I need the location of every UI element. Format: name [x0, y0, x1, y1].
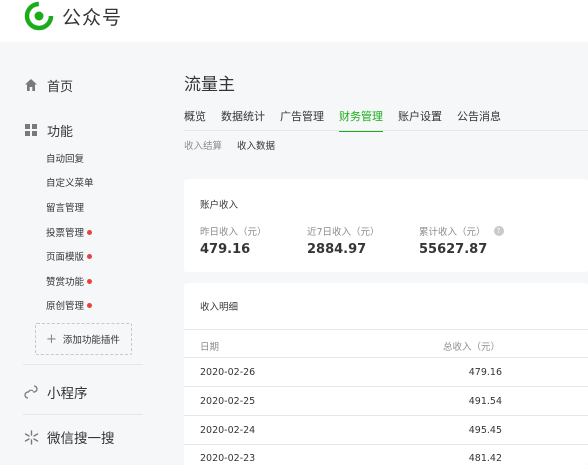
amount-cell: 481.42 [468, 453, 502, 464]
date-cell: 2020-02-26 [200, 367, 256, 378]
help-icon[interactable]: ? [493, 226, 504, 236]
sidebar-item-label: 小程序 [47, 386, 88, 402]
sidebar-divider [23, 414, 143, 415]
sidebar-subitem-label: 自定义菜单 [46, 178, 94, 189]
stat-value: 479.16 [200, 242, 251, 257]
sidebar-item-label: 功能 [47, 124, 74, 140]
table-divider [184, 444, 588, 445]
stat-total: 累计收入（元） ? 55627.87 [419, 224, 504, 257]
grid-icon [23, 122, 39, 138]
sidebar-subitem-comments[interactable]: 留言管理 [46, 199, 84, 215]
brand-logo[interactable]: 公众号 [24, 0, 122, 32]
stat-value: 55627.87 [419, 242, 488, 257]
card-title: 账户收入 [200, 200, 239, 211]
subtab-bar: 收入结算 收入数据 [184, 138, 290, 152]
stat-label: 近7日收入（元） [307, 227, 380, 238]
new-badge-dot [87, 302, 93, 308]
subtab-settlement[interactable]: 收入结算 [184, 138, 222, 152]
column-header-date: 日期 [200, 342, 220, 353]
sidebar-subitem-rewards[interactable]: 赞赏功能 [46, 273, 93, 289]
tab-statistics[interactable]: 数据统计 [221, 108, 265, 130]
column-header-total: 总收入（元） [442, 342, 500, 353]
sidebar-subitem-label: 原创管理 [46, 301, 85, 312]
subtab-income-data[interactable]: 收入数据 [237, 138, 275, 152]
date-cell: 2020-02-24 [200, 425, 256, 436]
sidebar-item-miniprogram[interactable]: 小程序 [23, 382, 88, 402]
add-plugin-label: 添加功能插件 [62, 335, 120, 346]
tab-announcements[interactable]: 公告消息 [457, 108, 501, 130]
sidebar-subitem-votes[interactable]: 投票管理 [46, 224, 93, 240]
sidebar-item-home[interactable]: 首页 [23, 75, 73, 95]
top-bar: 公众号 [0, 0, 588, 42]
card-title: 收入明细 [200, 302, 239, 313]
stat-label: 累计收入（元） ? [419, 224, 504, 238]
link-icon [23, 384, 39, 400]
sidebar-subitem-label: 页面模版 [46, 252, 85, 263]
sidebar-subitem-label: 投票管理 [46, 228, 85, 239]
brand-name: 公众号 [62, 6, 123, 29]
account-income-card: 账户收入 昨日收入（元） 479.16 近7日收入（元） 2884.97 累计收… [184, 179, 588, 272]
table-divider [184, 386, 588, 387]
tab-divider [184, 130, 588, 131]
stat-7days: 近7日收入（元） 2884.97 [307, 224, 380, 257]
sidebar-subitem-label: 自动回复 [46, 154, 85, 165]
tab-finance[interactable]: 财务管理 [339, 108, 383, 132]
income-details-card: 收入明细 日期 总收入（元） 2020-02-26 479.16 2020-02… [184, 283, 588, 465]
new-badge-dot [87, 229, 93, 235]
sidebar-item-wechat-search[interactable]: 微信搜一搜 [23, 427, 115, 447]
new-badge-dot [87, 278, 93, 284]
sidebar-item-label: 首页 [47, 79, 74, 95]
sparkle-icon [23, 429, 39, 445]
tab-bar: 概览 数据统计 广告管理 财务管理 账户设置 公告消息 [184, 108, 516, 132]
stat-value: 2884.97 [307, 242, 367, 257]
stat-yesterday: 昨日收入（元） 479.16 [200, 224, 267, 257]
tab-overview[interactable]: 概览 [184, 108, 206, 130]
table-divider [184, 329, 588, 330]
sidebar: 首页 功能 自动回复 自定义菜单 留言管理 投票管理 页面模版 赞赏功能 原创管… [0, 42, 160, 465]
sidebar-subitem-auto-reply[interactable]: 自动回复 [46, 150, 84, 166]
sidebar-subitem-page-templates[interactable]: 页面模版 [46, 248, 93, 264]
table-divider [184, 357, 588, 358]
sidebar-item-features[interactable]: 功能 [23, 120, 73, 140]
main-content: 流量主 概览 数据统计 广告管理 财务管理 账户设置 公告消息 收入结算 收入数… [184, 42, 588, 465]
sidebar-subitem-custom-menu[interactable]: 自定义菜单 [46, 174, 94, 190]
home-icon [23, 77, 39, 93]
sidebar-divider [23, 364, 143, 365]
table-divider [184, 415, 588, 416]
sidebar-subitem-label: 留言管理 [46, 203, 85, 214]
stat-label: 昨日收入（元） [200, 227, 267, 238]
amount-cell: 495.45 [468, 425, 502, 436]
date-cell: 2020-02-25 [200, 396, 256, 407]
new-badge-dot [87, 253, 93, 259]
sidebar-subitem-label: 赞赏功能 [46, 277, 85, 288]
add-plugin-button[interactable]: + 添加功能插件 [35, 323, 132, 355]
tab-ad-management[interactable]: 广告管理 [280, 108, 324, 130]
tab-account-settings[interactable]: 账户设置 [398, 108, 442, 130]
amount-cell: 479.16 [468, 367, 502, 378]
page-title: 流量主 [184, 75, 235, 95]
wechat-mp-logo-icon [24, 1, 54, 31]
date-cell: 2020-02-23 [200, 453, 256, 464]
sidebar-subitem-original[interactable]: 原创管理 [46, 297, 93, 313]
amount-cell: 491.54 [468, 396, 502, 407]
sidebar-item-label: 微信搜一搜 [47, 431, 115, 447]
plus-icon: + [46, 331, 57, 347]
